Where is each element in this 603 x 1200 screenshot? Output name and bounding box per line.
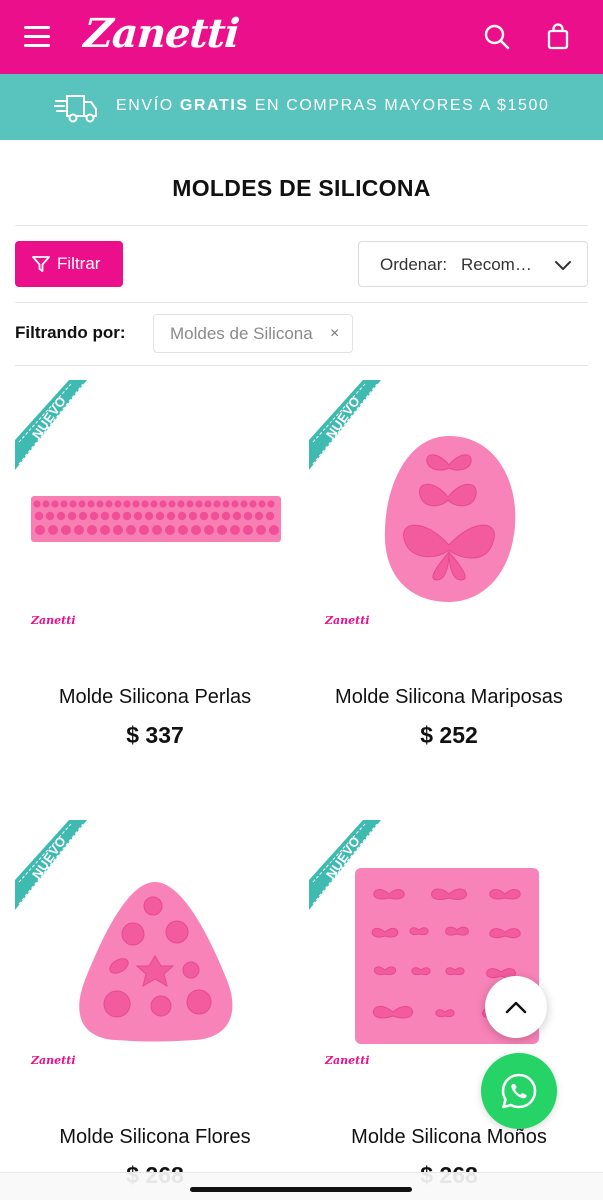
- product-price: $ 252: [420, 722, 478, 748]
- sort-value: Recomendados: [461, 255, 539, 274]
- free-shipping-banner: ENVÍO GRATIS EN COMPRAS MAYORES A $1500: [0, 74, 603, 140]
- menu-icon-bar: [24, 44, 50, 47]
- delivery-truck-icon: [54, 95, 97, 123]
- menu-icon-bar: [24, 35, 50, 38]
- whatsapp-icon: [501, 1073, 537, 1109]
- filter-button-label: Filtrar: [57, 254, 101, 273]
- product-name[interactable]: Molde Silicona Moños: [309, 1126, 589, 1149]
- cart-button[interactable]: [543, 22, 573, 52]
- top-header: Zanetti: [0, 0, 603, 74]
- divider: [15, 365, 588, 366]
- home-indicator[interactable]: [190, 1187, 412, 1192]
- filter-button[interactable]: Filtrar: [15, 241, 123, 287]
- filter-icon: [32, 256, 50, 272]
- product-name[interactable]: Molde Silicona Mariposas: [309, 686, 589, 709]
- brand-logo[interactable]: Zanetti: [82, 10, 240, 57]
- whatsapp-chat-button[interactable]: [481, 1053, 557, 1129]
- product-card[interactable]: NUEVO Zanetti Molde Silicona Mariposas $…: [309, 380, 595, 800]
- search-icon: [484, 24, 510, 50]
- chevron-up-icon: [505, 1001, 527, 1014]
- scroll-to-top-button[interactable]: [485, 976, 547, 1038]
- filter-chip: Moldes de Silicona ×: [153, 314, 353, 353]
- banner-text-bold: GRATIS: [179, 97, 249, 114]
- remove-filter-button[interactable]: ×: [330, 325, 339, 343]
- filter-chip-label: Moldes de Silicona: [170, 324, 313, 343]
- divider: [15, 225, 588, 226]
- product-card[interactable]: NUEVO Zanetti Molde Silicona Flores $ 26…: [15, 820, 301, 1200]
- sort-select[interactable]: Ordenar: Recomendados: [358, 241, 588, 287]
- chevron-down-icon: [555, 261, 571, 270]
- product-name[interactable]: Molde Silicona Perlas: [15, 686, 295, 709]
- product-name[interactable]: Molde Silicona Flores: [15, 1126, 295, 1149]
- shopping-bag-icon: [547, 23, 569, 50]
- banner-text-end: EN COMPRAS MAYORES A $1500: [254, 97, 550, 114]
- active-filters-label: Filtrando por:: [15, 323, 126, 342]
- banner-text: ENVÍO GRATIS EN COMPRAS MAYORES A $1500: [116, 97, 549, 115]
- divider: [15, 302, 588, 303]
- product-price: $ 337: [126, 722, 184, 748]
- search-button[interactable]: [482, 22, 512, 52]
- banner-text-start: ENVÍO: [116, 97, 174, 114]
- page-title: MOLDES DE SILICONA: [172, 175, 431, 201]
- sort-label: Ordenar:: [380, 255, 448, 274]
- brand-mini-logo: Zanetti: [31, 614, 76, 627]
- menu-button[interactable]: [24, 24, 52, 48]
- product-card[interactable]: NUEVO Zanetti Molde Silicona Moños $ 268: [309, 820, 595, 1200]
- brand-mini-logo: Zanetti: [325, 1054, 370, 1067]
- brand-mini-logo: Zanetti: [31, 1054, 76, 1067]
- product-card[interactable]: NUEVO Zanetti Molde Silicona Perlas $ 33…: [15, 380, 301, 800]
- browser-bottom-bar: [0, 1172, 603, 1200]
- brand-mini-logo: Zanetti: [325, 614, 370, 627]
- menu-icon-bar: [24, 26, 50, 29]
